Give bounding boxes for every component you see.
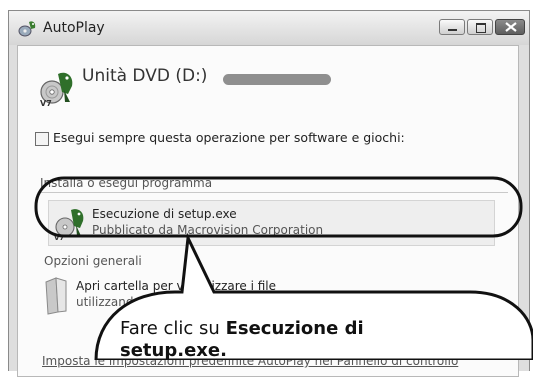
folder-icon[interactable]: [44, 276, 70, 316]
run-setup-option[interactable]: V7 Esecuzione di setup.exe Pubblicato da…: [48, 200, 495, 246]
volume-label-redaction: [223, 74, 331, 85]
always-do-label[interactable]: Esegui sempre questa operazione per soft…: [53, 130, 405, 145]
section-heading-general: Opzioni generali: [44, 254, 142, 268]
device-name: Unità DVD (D:): [82, 66, 208, 86]
section-heading-install: Installa o esegui programma: [40, 176, 213, 190]
section-divider: [38, 192, 508, 193]
svg-text:V7: V7: [54, 234, 64, 241]
callout-text: Fare clic su Esecuzione di setup.exe.: [120, 318, 420, 362]
close-button[interactable]: [495, 19, 525, 35]
maximize-button[interactable]: [467, 19, 493, 35]
run-setup-title: Esecuzione di setup.exe: [92, 207, 237, 221]
window-title: AutoPlay: [43, 20, 105, 36]
dvd-disc-parrot-icon: V7: [40, 72, 73, 108]
callout-prefix: Fare clic su: [120, 318, 226, 339]
run-setup-publisher: Pubblicato da Macrovision Corporation: [92, 223, 324, 237]
autoplay-window: AutoPlay V7 Unità DVD (D:) Esegui sempre…: [8, 10, 530, 377]
title-bar[interactable]: AutoPlay: [9, 11, 529, 45]
open-folder-title[interactable]: Apri cartella per visualizzare i file: [76, 279, 276, 293]
setup-parrot-icon: V7: [54, 209, 84, 241]
callout-suffix: .: [220, 340, 227, 361]
svg-text:V7: V7: [40, 99, 52, 108]
minimize-button[interactable]: [439, 19, 465, 35]
always-do-checkbox[interactable]: [35, 132, 49, 146]
close-icon: [505, 22, 517, 32]
open-folder-subtitle: utilizzando Esplora risorse: [76, 295, 234, 309]
autoplay-icon: [18, 21, 36, 37]
